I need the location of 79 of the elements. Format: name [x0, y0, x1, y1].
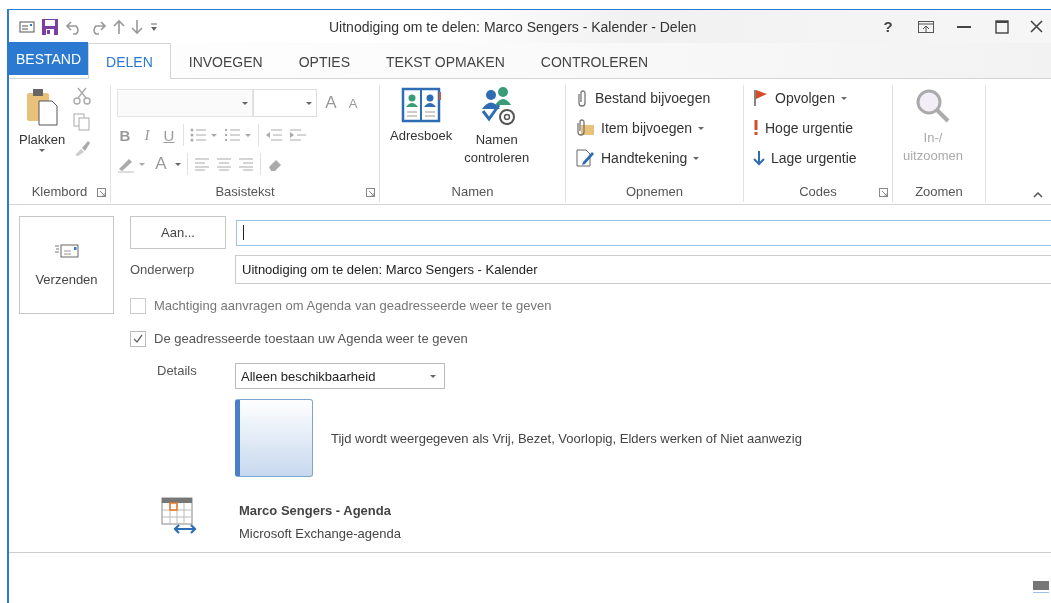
- signature-icon: [575, 148, 595, 168]
- align-right-icon[interactable]: [238, 157, 254, 171]
- ribbon-button[interactable]: Namen controleren: [460, 85, 534, 180]
- group-label: Codes: [799, 183, 837, 199]
- maximize-icon[interactable]: [995, 19, 1009, 34]
- calendar-name: Marco Sengers - Agenda: [239, 503, 392, 518]
- customize-icon[interactable]: [149, 21, 159, 32]
- subject-field[interactable]: Uitnodiging om te delen: Marco Sengers - Kalender: [235, 255, 1051, 284]
- dialog-launcher-icon[interactable]: [879, 188, 888, 197]
- paperclip-envelope-icon: [575, 119, 595, 137]
- collapse-ribbon-icon[interactable]: [1033, 192, 1043, 198]
- ribbon-tab[interactable]: OPTIES: [280, 44, 369, 79]
- calendar-sync-icon: [161, 497, 199, 535]
- align-center-icon[interactable]: [216, 157, 232, 171]
- decrease-indent-icon[interactable]: [265, 128, 283, 142]
- down-arrow-icon: [753, 150, 765, 166]
- to-field[interactable]: [236, 219, 1051, 246]
- flag-icon: [753, 89, 769, 107]
- checkmark-icon: [133, 334, 143, 343]
- envelope-icon: [54, 243, 79, 258]
- caret-icon: [698, 126, 705, 130]
- file-tab[interactable]: BESTAND: [9, 42, 89, 75]
- paperclip-icon: [575, 89, 589, 107]
- ribbon-button[interactable]: Handtekening: [572, 145, 714, 171]
- ribbon-tab[interactable]: DELEN: [88, 43, 171, 79]
- close-icon[interactable]: [1029, 20, 1043, 33]
- message-icon[interactable]: [19, 20, 35, 33]
- paste-button[interactable]: Plakken: [15, 85, 70, 180]
- align-left-icon[interactable]: [194, 157, 210, 171]
- checkbox-label: Machtiging aanvragen om Agenda van geadresseerde weer te geven: [154, 298, 552, 313]
- exclamation-icon: [753, 120, 759, 136]
- ribbon-button[interactable]: Opvolgen: [750, 85, 860, 111]
- group-label: Namen: [451, 183, 494, 199]
- numbered-list-icon[interactable]: [224, 127, 252, 143]
- caret-icon: [840, 96, 847, 100]
- send-button[interactable]: Verzenden: [19, 216, 114, 314]
- ribbon-tab[interactable]: CONTROLEREN: [522, 44, 667, 79]
- calendar-type: Microsoft Exchange-agenda: [239, 526, 401, 541]
- ribbon-tab[interactable]: TEKST OPMAKEN: [368, 44, 523, 79]
- group-label: Opnemen: [625, 183, 684, 199]
- help-button[interactable]: ?: [883, 18, 893, 35]
- address-book-icon: [401, 87, 442, 123]
- subject-label: Onderwerp: [130, 262, 196, 277]
- group-label: Klembord: [31, 183, 88, 199]
- caret-icon: [242, 101, 248, 105]
- ribbon-button[interactable]: Item bijvoegen: [572, 115, 714, 141]
- preview-description: Tijd wordt weergegeven als Vrij, Bezet, Voorlopig, Elders werken of Niet aanwezig: [331, 430, 802, 446]
- caret-icon: [39, 148, 46, 152]
- increase-indent-icon[interactable]: [289, 128, 307, 142]
- ribbon-button[interactable]: Lage urgentie: [750, 145, 860, 171]
- caret-icon: [306, 101, 312, 105]
- clipboard-icon: [25, 87, 60, 127]
- ribbon-button[interactable]: Adresboek: [386, 85, 457, 180]
- save-icon[interactable]: [41, 17, 59, 36]
- checkbox-label: De geadresseerde toestaan uw Agenda weer te geven: [154, 331, 468, 346]
- caret-icon: [430, 374, 436, 378]
- dialog-launcher-icon[interactable]: [97, 188, 106, 197]
- window-title: Uitnodiging om te delen: Marco Sengers - Kalender - Delen: [329, 18, 698, 35]
- magnifier-icon: [914, 87, 952, 125]
- caret-icon: [693, 156, 700, 160]
- group-label: Basistekst: [215, 183, 275, 199]
- bullet-list-icon[interactable]: [190, 127, 218, 143]
- scissors-icon[interactable]: [73, 87, 92, 105]
- ribbon-button[interactable]: Hoge urgentie: [750, 115, 860, 141]
- ribbon-tab[interactable]: INVOEGEN: [170, 44, 281, 79]
- font-size-field[interactable]: [253, 89, 317, 117]
- paintbrush-icon[interactable]: [73, 139, 92, 157]
- ribbon-button[interactable]: Bestand bijvoegen: [572, 85, 714, 111]
- to-button[interactable]: Aan...: [130, 216, 226, 249]
- notes-icon[interactable]: [1033, 581, 1049, 593]
- down-arrow-icon[interactable]: [131, 18, 143, 35]
- caret-icon: [175, 162, 181, 166]
- copy-icon[interactable]: [73, 113, 92, 131]
- ribbon-display-icon[interactable]: [918, 20, 934, 33]
- up-arrow-icon[interactable]: [113, 18, 125, 35]
- group-label: Zoomen: [915, 183, 963, 199]
- details-dropdown[interactable]: Alleen beschikbaarheid: [235, 363, 445, 389]
- checkbox[interactable]: [130, 330, 146, 347]
- details-label: Details: [156, 363, 198, 378]
